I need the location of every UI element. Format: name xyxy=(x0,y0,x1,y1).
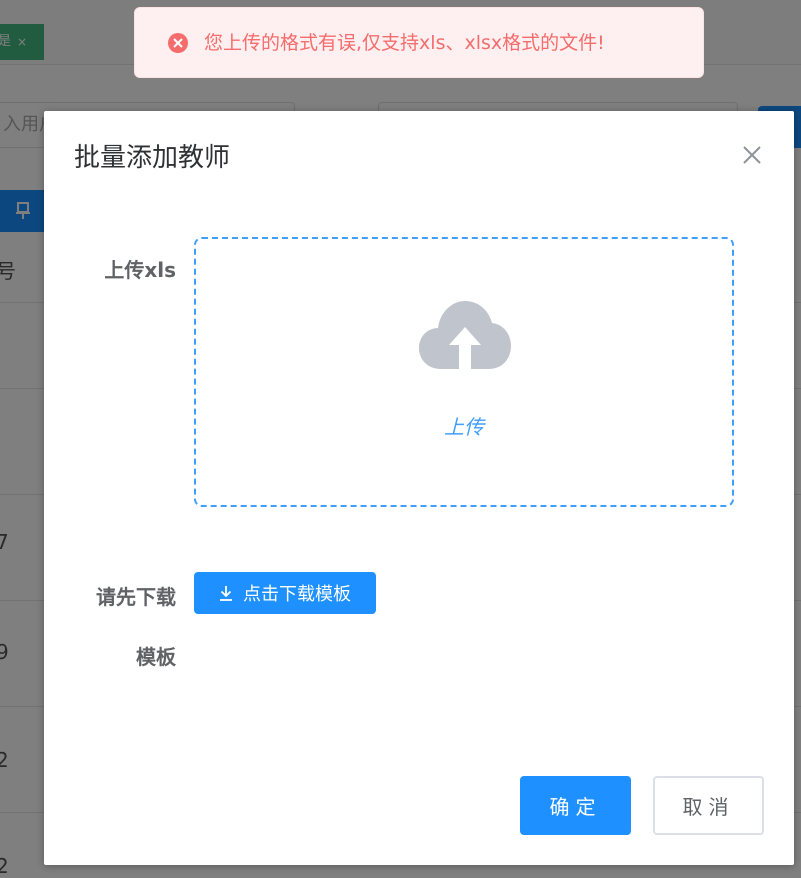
upload-label: 上传xls xyxy=(104,258,176,282)
error-message: 您上传的格式有误,仅支持xls、xlsx格式的文件! xyxy=(134,7,704,78)
download-template-label: 点击下载模板 xyxy=(243,584,351,605)
error-message-text: 您上传的格式有误,仅支持xls、xlsx格式的文件! xyxy=(204,32,605,54)
cloud-upload-icon xyxy=(419,301,511,369)
download-label-line1: 请先下载 xyxy=(96,585,176,609)
upload-text: 上传 xyxy=(444,415,484,439)
dialog-title: 批量添加教师 xyxy=(74,143,231,173)
confirm-button[interactable]: 确定 xyxy=(520,776,631,835)
cancel-label: 取消 xyxy=(682,795,735,819)
download-template-button[interactable]: 点击下载模板 xyxy=(194,572,376,614)
close-button[interactable] xyxy=(740,143,764,167)
error-circle-icon xyxy=(168,33,188,53)
download-label-line2: 模板 xyxy=(136,645,176,669)
close-icon xyxy=(743,146,761,164)
cancel-button[interactable]: 取消 xyxy=(653,776,764,835)
batch-add-teacher-dialog: 批量添加教师 上传xls 上传 请先下载 模板 点击下载模板 确定 取消 xyxy=(44,111,794,865)
upload-dropzone[interactable]: 上传 xyxy=(194,237,734,507)
confirm-label: 确定 xyxy=(549,795,602,819)
download-icon xyxy=(220,586,232,601)
